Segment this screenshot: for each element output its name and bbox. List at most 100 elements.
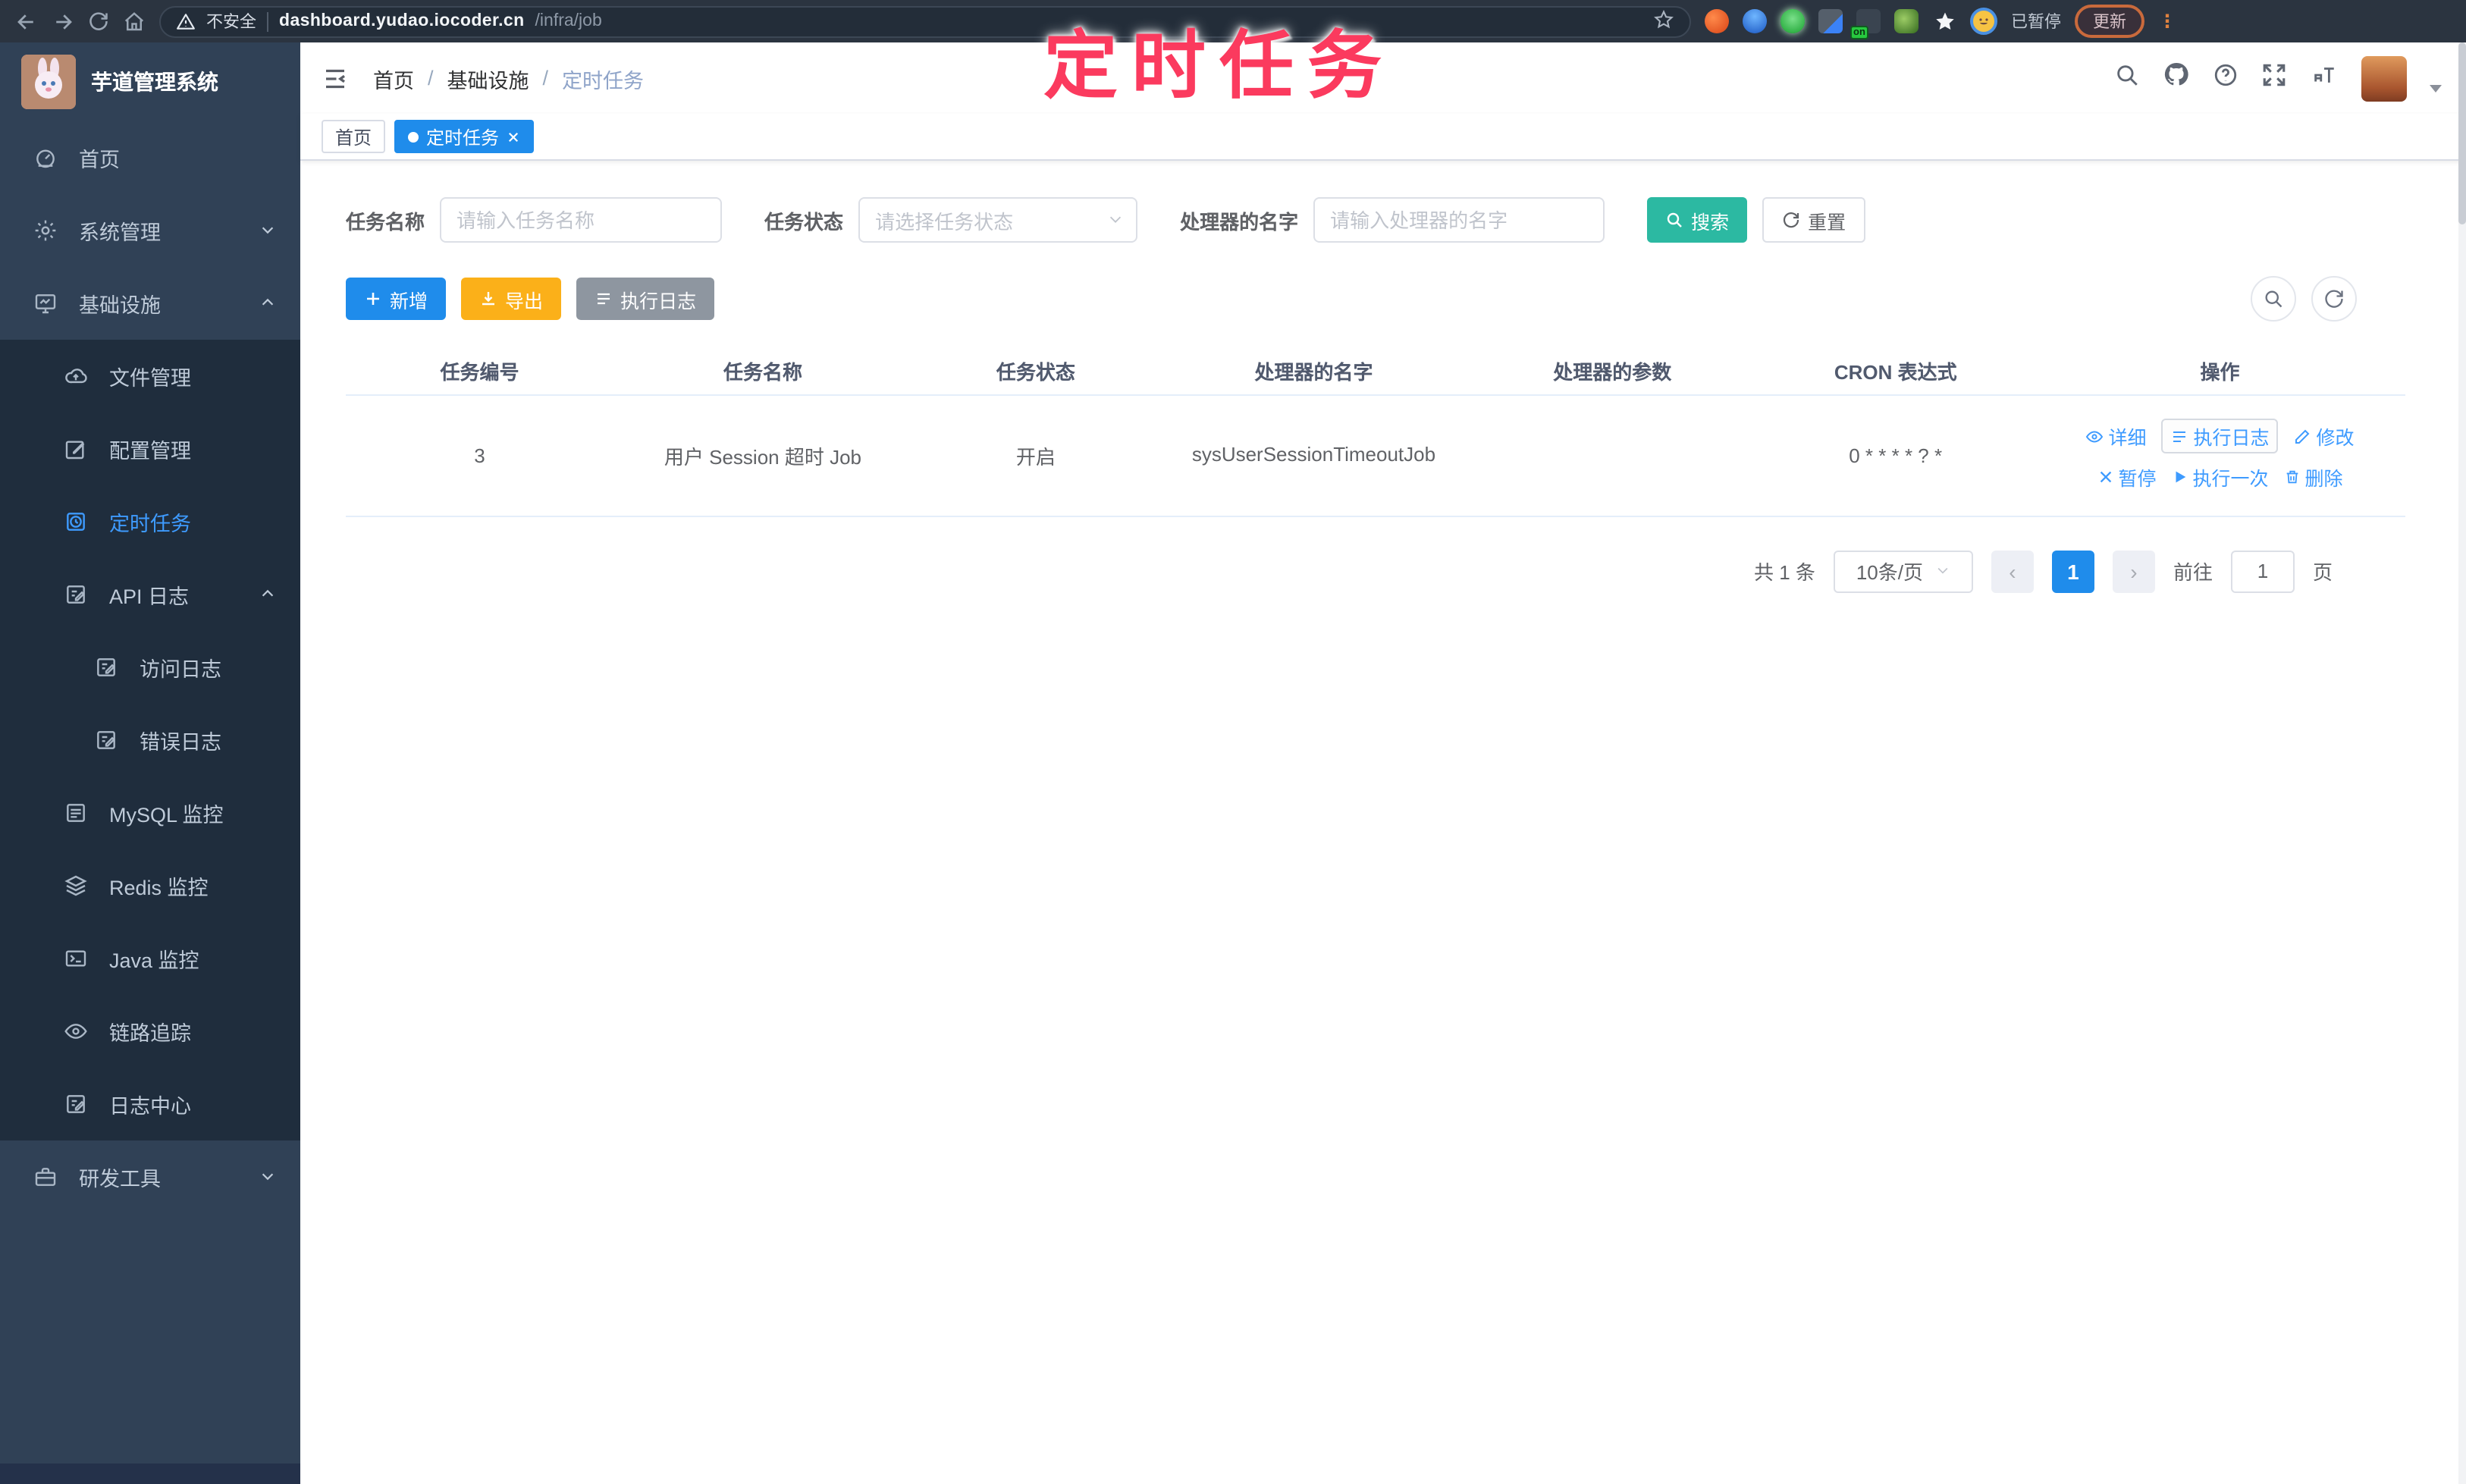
edit-link[interactable]: 修改 xyxy=(2294,422,2355,450)
close-tab-icon[interactable] xyxy=(507,130,520,143)
user-avatar[interactable] xyxy=(2361,55,2407,101)
header-search-icon[interactable] xyxy=(2114,61,2140,95)
sidebar-item-label: 日志中心 xyxy=(109,1095,191,1118)
delete-link[interactable]: 删除 xyxy=(2284,463,2343,491)
toggle-search-button[interactable] xyxy=(2251,276,2296,322)
sidebar-item-home[interactable]: 首页 xyxy=(0,121,300,194)
bookmark-star-icon[interactable] xyxy=(1653,8,1674,34)
extension-grid-icon[interactable] xyxy=(1818,9,1843,33)
url-divider xyxy=(267,11,268,31)
security-warning-icon xyxy=(177,13,195,29)
sidebar-item-mysql-monitor[interactable]: MySQL 监控 xyxy=(0,777,300,849)
table-row: 3 用户 Session 超时 Job 开启 sysUserSessionTim… xyxy=(346,394,2405,516)
sidebar-item-infra[interactable]: 基础设施 xyxy=(0,267,300,340)
url-path: /infra/job xyxy=(535,12,602,30)
sidebar-item-label: 文件管理 xyxy=(109,367,191,390)
browser-menu-kebab-icon[interactable]: ⋮ xyxy=(2158,11,2176,32)
page-size-value: 10条/页 xyxy=(1856,561,1923,584)
sidebar-item-system[interactable]: 系统管理 xyxy=(0,194,300,267)
handler-name-input[interactable] xyxy=(1313,197,1605,243)
breadcrumb-home[interactable]: 首页 xyxy=(373,63,414,93)
col-operations: 操作 xyxy=(2035,349,2405,395)
sidebar-item-log-center[interactable]: 日志中心 xyxy=(0,1068,300,1140)
browser-reload-icon[interactable] xyxy=(88,11,109,32)
sidebar-item-redis-monitor[interactable]: Redis 监控 xyxy=(0,849,300,922)
help-icon[interactable] xyxy=(2213,61,2239,95)
extension-leaf-icon[interactable] xyxy=(1894,9,1919,33)
app-title: 芋道管理系统 xyxy=(91,70,218,94)
chevron-down-icon xyxy=(259,1166,276,1188)
browser-update-button[interactable]: 更新 xyxy=(2075,5,2144,38)
extension-blue-icon[interactable] xyxy=(1743,9,1767,33)
extension-green-check-icon[interactable] xyxy=(1780,9,1805,33)
refresh-icon xyxy=(2325,290,2343,308)
cell-handler-param xyxy=(1468,394,1757,516)
avatar-caret-icon[interactable] xyxy=(2430,85,2442,93)
cell-handler-name: sysUserSessionTimeoutJob xyxy=(1159,394,1469,516)
handler-name-label: 处理器的名字 xyxy=(1180,210,1299,233)
page-unit-label: 页 xyxy=(2312,561,2333,584)
sidebar-item-scheduled-jobs[interactable]: 定时任务 xyxy=(0,485,300,558)
sidebar-item-label: 访问日志 xyxy=(140,658,221,681)
reset-button[interactable]: 重置 xyxy=(1762,197,1866,243)
search-icon xyxy=(1667,212,1682,227)
execution-log-button[interactable]: 执行日志 xyxy=(576,278,715,320)
page-size-select[interactable]: 10条/页 xyxy=(1833,550,1973,592)
table-header-row: 任务编号 任务名称 任务状态 处理器的名字 处理器的参数 CRON 表达式 操作 xyxy=(346,349,2405,395)
export-button[interactable]: 导出 xyxy=(461,278,562,320)
browser-forward-icon[interactable] xyxy=(52,10,74,33)
browser-profile-avatar[interactable] xyxy=(1970,8,1997,35)
sidebar-item-access-log[interactable]: 访问日志 xyxy=(0,631,300,704)
goto-page-input[interactable] xyxy=(2230,550,2295,592)
breadcrumb-infra[interactable]: 基础设施 xyxy=(447,63,529,93)
sidebar-item-error-log[interactable]: 错误日志 xyxy=(0,704,300,777)
sidebar-item-label: 链路追踪 xyxy=(109,1022,191,1045)
sidebar-item-api-log[interactable]: API 日志 xyxy=(0,558,300,631)
sidebar-item-label: 配置管理 xyxy=(109,440,191,463)
search-button[interactable]: 搜索 xyxy=(1647,197,1748,243)
page-1-button[interactable]: 1 xyxy=(2051,550,2094,592)
browser-back-icon[interactable] xyxy=(15,10,38,33)
breadcrumb-current: 定时任务 xyxy=(562,69,645,92)
sidebar-item-java-monitor[interactable]: Java 监控 xyxy=(0,922,300,995)
row-execution-log-link[interactable]: 执行日志 xyxy=(2161,419,2279,453)
pause-link[interactable]: 暂停 xyxy=(2097,463,2157,491)
plus-icon xyxy=(367,293,379,305)
run-once-link[interactable]: 执行一次 xyxy=(2172,463,2269,491)
detail-link[interactable]: 详细 xyxy=(2085,422,2147,450)
database-icon xyxy=(64,801,88,825)
sidebar-collapse-icon[interactable] xyxy=(322,64,349,92)
next-page-button[interactable]: › xyxy=(2112,550,2155,592)
sidebar-item-label: 系统管理 xyxy=(79,221,161,244)
refresh-table-button[interactable] xyxy=(2311,276,2357,322)
extension-switch-icon[interactable]: on xyxy=(1850,9,1881,39)
sidebar-item-tracing[interactable]: 链路追踪 xyxy=(0,995,300,1068)
tab-home[interactable]: 首页 xyxy=(322,120,386,153)
breadcrumb-separator: / xyxy=(428,67,434,89)
fullscreen-icon[interactable] xyxy=(2261,61,2287,95)
sidebar-item-label: API 日志 xyxy=(109,585,190,608)
close-icon xyxy=(2100,471,2111,483)
extension-orange-icon[interactable] xyxy=(1705,9,1729,33)
job-status-select[interactable]: 请选择任务状态 xyxy=(858,197,1138,243)
add-button[interactable]: 新增 xyxy=(346,278,447,320)
sidebar-item-label: 错误日志 xyxy=(140,731,221,754)
page-scrollbar[interactable] xyxy=(2458,42,2466,1484)
sidebar-item-dev-tools[interactable]: 研发工具 xyxy=(0,1140,300,1213)
chevron-down-icon xyxy=(259,219,276,242)
export-button-label: 导出 xyxy=(505,290,544,312)
github-icon[interactable] xyxy=(2163,61,2190,96)
prev-page-button[interactable]: ‹ xyxy=(1991,550,2034,592)
profile-paused-label: 已暂停 xyxy=(2011,14,2061,32)
browser-home-icon[interactable] xyxy=(123,10,146,33)
job-name-input[interactable] xyxy=(440,197,723,243)
sidebar-item-file-manage[interactable]: 文件管理 xyxy=(0,340,300,413)
sidebar-item-config-manage[interactable]: 配置管理 xyxy=(0,413,300,485)
url-bar[interactable]: 不安全 dashboard.yudao.iocoder.cn /infra/jo… xyxy=(159,5,1691,37)
font-size-icon[interactable] xyxy=(2310,61,2339,95)
eye-icon xyxy=(2086,430,2104,442)
extension-star-white-icon[interactable] xyxy=(1932,9,1956,33)
tab-scheduled-jobs[interactable]: 定时任务 xyxy=(394,120,535,153)
play-icon xyxy=(2176,471,2185,483)
page-scrollbar-thumb[interactable] xyxy=(2458,42,2466,224)
